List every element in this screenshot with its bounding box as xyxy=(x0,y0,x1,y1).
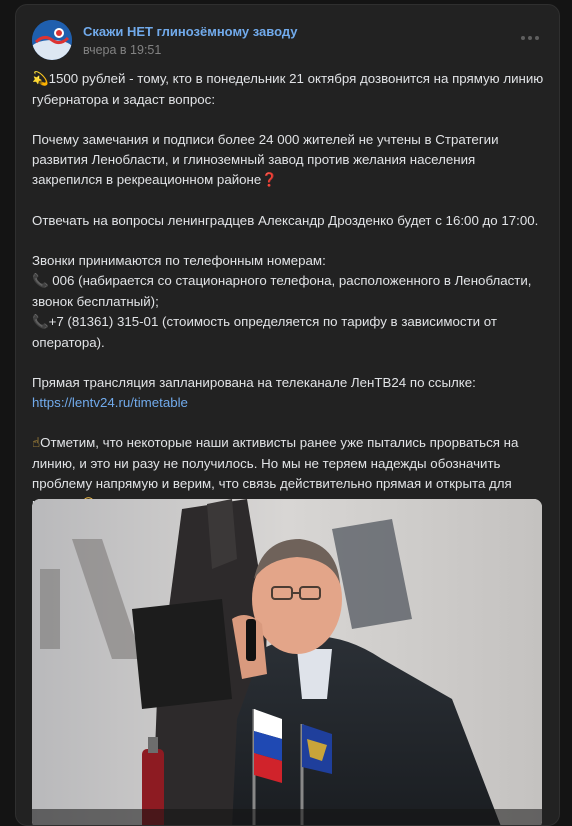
paragraph-phones: Звонки принимаются по телефонным номерам… xyxy=(32,251,544,353)
paragraph-question: Почему замечания и подписи более 24 000 … xyxy=(32,130,544,191)
post-header: Скажи НЕТ глинозёмному заводу вчера в 19… xyxy=(32,20,543,64)
post-timestamp[interactable]: вчера в 19:51 xyxy=(83,43,161,57)
pointing-up-emoji-icon: ☝ xyxy=(32,436,41,451)
broadcast-text: Прямая трансляция запланирована на телек… xyxy=(32,375,476,390)
paragraph-reward: 💫1500 рублей - тому, кто в понедельник 2… xyxy=(32,69,544,110)
post-card: Скажи НЕТ глинозёмному заводу вчера в 19… xyxy=(15,4,560,826)
phone-line-2: +7 (81361) 315-01 (стоимость определяетс… xyxy=(32,314,497,350)
phones-intro: Звонки принимаются по телефонным номерам… xyxy=(32,253,326,268)
paragraph-schedule: Отвечать на вопросы ленинградцев Алексан… xyxy=(32,213,539,228)
question-mark-emoji-icon: ❓ xyxy=(261,173,278,188)
phone-emoji-icon: 📞 xyxy=(32,274,49,289)
phone-line-1: 006 (набирается со стационарного телефон… xyxy=(32,273,532,309)
timetable-link[interactable]: https://lentv24.ru/timetable xyxy=(32,395,188,410)
group-name-link[interactable]: Скажи НЕТ глинозёмному заводу xyxy=(83,24,298,39)
post-text: 💫1500 рублей - тому, кто в понедельник 2… xyxy=(32,69,544,515)
phone-emoji-icon: 📞 xyxy=(32,315,49,330)
post-photo[interactable] xyxy=(32,499,542,825)
dizzy-emoji-icon: 💫 xyxy=(32,72,49,87)
reward-text: 1500 рублей - тому, кто в понедельник 21… xyxy=(32,71,544,107)
more-horizontal-icon[interactable] xyxy=(519,30,541,46)
paragraph-broadcast: Прямая трансляция запланирована на телек… xyxy=(32,373,544,413)
group-avatar[interactable] xyxy=(32,20,72,60)
